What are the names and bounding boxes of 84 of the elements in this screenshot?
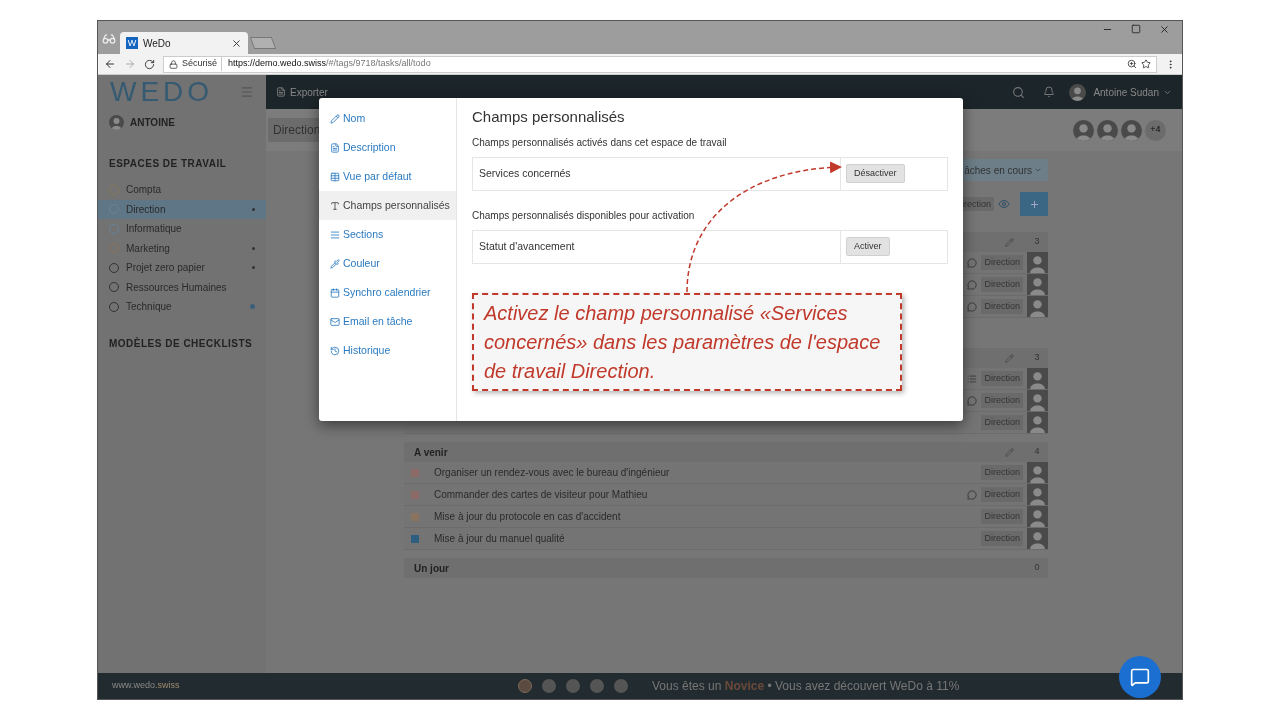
filter-dropdown[interactable]: âches en cours xyxy=(962,159,1048,181)
avatar xyxy=(1027,462,1048,483)
progress-text: Vous êtes un Novice • Vous avez découvert WeDo à 11% xyxy=(652,678,960,695)
address-bar[interactable]: Sécurisé https://demo.wedo.swiss/#/tags/9718/tasks/all/todo xyxy=(163,55,1157,73)
workspace-item[interactable]: Technique xyxy=(98,297,266,317)
close-window-icon[interactable] xyxy=(1159,24,1170,35)
settings-nav-item[interactable]: Vue par défaut xyxy=(319,162,456,191)
workspace-item[interactable]: Direction xyxy=(98,199,266,219)
url-text: https://demo.wedo.swiss/#/tags/9718/tasks/all/todo xyxy=(227,57,431,71)
avatar xyxy=(1027,368,1048,389)
envelope-icon xyxy=(330,316,340,327)
settings-nav-item[interactable]: Email en tâche xyxy=(319,307,456,336)
pencil-icon xyxy=(330,113,340,124)
section-heading: Champs personnalisés disponibles pour activation xyxy=(472,208,696,223)
maximize-icon[interactable] xyxy=(1131,24,1141,34)
table-icon xyxy=(330,171,340,182)
bookmark-star-icon[interactable] xyxy=(1141,59,1151,69)
avatar xyxy=(1027,252,1048,273)
more-members-badge[interactable]: +4 xyxy=(1145,119,1166,141)
avatar xyxy=(1027,506,1048,527)
user-name: ANTOINE xyxy=(130,116,175,130)
avatar xyxy=(1027,274,1048,295)
lines-icon xyxy=(330,229,340,240)
section-heading: ESPACES DE TRAVAIL xyxy=(108,157,228,171)
settings-nav-item[interactable]: Synchro calendrier xyxy=(319,278,456,307)
export-icon xyxy=(276,87,286,97)
workspace-item[interactable]: Ressources Humaines xyxy=(98,277,266,297)
new-tab-button[interactable] xyxy=(249,37,277,49)
browser-tab[interactable]: W WeDo xyxy=(120,32,248,54)
workspace-item[interactable]: Projet zero papier xyxy=(98,258,266,278)
text-icon xyxy=(330,200,340,211)
zoom-icon[interactable] xyxy=(1127,59,1137,69)
reload-icon[interactable] xyxy=(144,58,155,70)
settings-nav-item[interactable]: Sections xyxy=(319,220,456,249)
avatar xyxy=(1027,528,1048,549)
site-link[interactable]: www.wedo.swiss xyxy=(112,679,412,693)
comment-icon xyxy=(967,257,978,268)
tab-title: WeDo xyxy=(143,36,172,51)
settings-nav-item[interactable]: Couleur xyxy=(319,249,456,278)
settings-nav-item[interactable]: Historique xyxy=(319,336,456,365)
search-icon[interactable] xyxy=(1012,85,1026,99)
avatar xyxy=(1069,83,1087,101)
notification-icon[interactable] xyxy=(1043,86,1056,98)
avatar xyxy=(1121,119,1142,141)
caret-icon xyxy=(1034,166,1042,174)
tab-favicon: W xyxy=(126,37,138,49)
comment-icon xyxy=(967,279,978,290)
workspace-item[interactable]: Marketing xyxy=(98,238,266,258)
callout-note: Activez le champ personnalisé «Services concernés» dans les paramètres de l'espace de travail Direction. xyxy=(472,293,902,391)
list-icon xyxy=(967,373,978,384)
activate-button[interactable]: Activer xyxy=(846,237,890,256)
settings-nav-item[interactable]: Champs personnalisés xyxy=(319,191,456,220)
comment-icon xyxy=(967,489,978,500)
dialog-title: Champs personnalisés xyxy=(472,107,626,127)
avatar xyxy=(1027,412,1048,433)
avatar xyxy=(1027,390,1048,411)
chat-icon xyxy=(1130,667,1150,687)
deactivate-button[interactable]: Désactiver xyxy=(846,164,905,183)
avatar xyxy=(1027,296,1048,317)
field-row: Statut d'avancement Activer xyxy=(472,229,948,264)
pipette-icon xyxy=(330,258,340,269)
avatar xyxy=(109,115,124,130)
export-button[interactable]: Exporter xyxy=(290,84,328,100)
avatar xyxy=(1073,119,1094,141)
user-menu[interactable]: Antoine Sudan xyxy=(1093,84,1159,100)
secure-label: Sécurisé xyxy=(182,57,222,71)
section-heading: Champs personnalisés activés dans cet espace de travail xyxy=(472,135,728,150)
avatar xyxy=(1027,484,1048,505)
logo: WEDO xyxy=(110,78,214,106)
section-heading: MODÈLES DE CHECKLISTS xyxy=(108,336,254,351)
calendar-icon xyxy=(330,287,340,298)
workspace-item[interactable]: Informatique xyxy=(98,219,266,239)
workspace-item[interactable]: Compta xyxy=(98,180,266,200)
comment-icon xyxy=(967,395,978,406)
incognito-icon xyxy=(102,32,116,46)
history-icon xyxy=(330,345,340,356)
field-row: Services concernés Désactiver xyxy=(472,156,948,191)
close-tab-icon[interactable] xyxy=(231,37,242,49)
plus-icon xyxy=(1028,198,1040,210)
back-icon[interactable] xyxy=(104,58,116,70)
document-icon xyxy=(330,142,340,153)
lock-icon xyxy=(169,59,178,69)
avatar xyxy=(1097,119,1118,141)
comment-icon xyxy=(967,301,978,312)
